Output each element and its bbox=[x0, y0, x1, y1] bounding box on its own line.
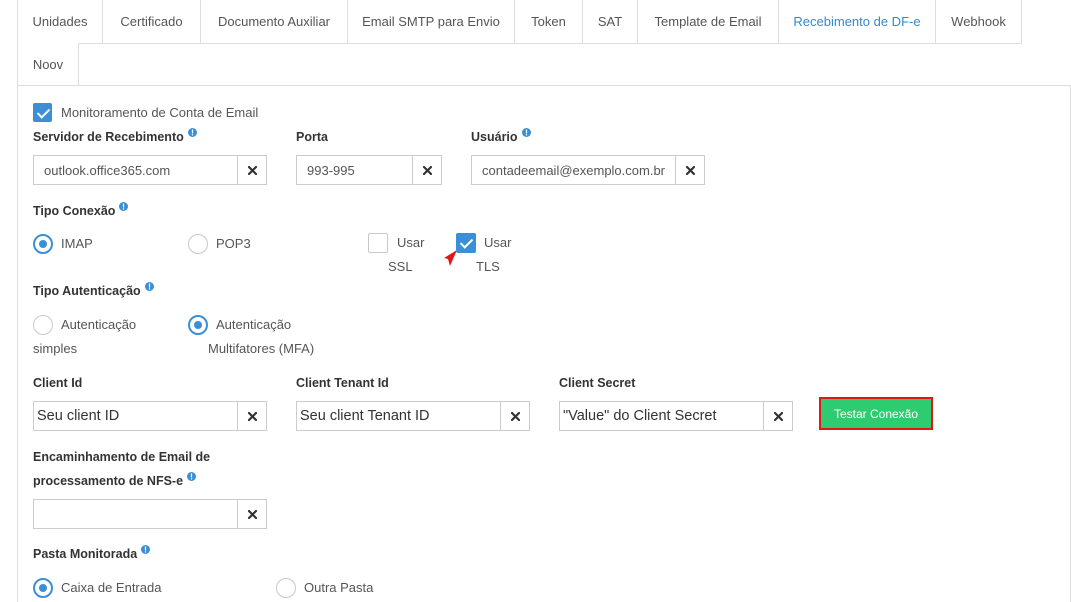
auth-mfa-label: Autenticação Multifatores (MFA) bbox=[208, 317, 315, 356]
client-secret-label: Client Secret bbox=[559, 376, 636, 390]
clear-icon bbox=[247, 165, 257, 175]
pop3-radio[interactable] bbox=[188, 234, 208, 254]
encaminhamento-label-text: Encaminhamento de Email de processamento… bbox=[33, 450, 211, 488]
tab-email-smtp[interactable]: Email SMTP para Envio bbox=[347, 0, 514, 44]
imap-label: IMAP bbox=[61, 236, 93, 251]
porta-input[interactable] bbox=[296, 155, 413, 185]
tipo-autenticacao-label-text: Tipo Autenticação bbox=[33, 284, 141, 298]
tab-template-email[interactable]: Template de Email bbox=[637, 0, 778, 44]
clear-icon bbox=[773, 411, 783, 421]
usuario-label: Usuário bbox=[471, 128, 531, 145]
ssl-checkbox[interactable] bbox=[368, 233, 388, 253]
client-tenant-id-clear-button[interactable] bbox=[500, 401, 530, 431]
caixa-entrada-radio[interactable] bbox=[33, 578, 53, 598]
clear-icon bbox=[422, 165, 432, 175]
info-icon bbox=[521, 128, 531, 138]
auth-simples-radio[interactable] bbox=[33, 315, 53, 335]
clear-icon bbox=[685, 165, 695, 175]
encaminhamento-label: Encaminhamento de Email de processamento… bbox=[33, 445, 228, 493]
tab-webhook[interactable]: Webhook bbox=[935, 0, 1022, 44]
tab-sat[interactable]: SAT bbox=[582, 0, 637, 44]
info-icon bbox=[119, 202, 129, 212]
pasta-monitorada-label-text: Pasta Monitorada bbox=[33, 547, 138, 561]
client-secret-input[interactable] bbox=[559, 401, 764, 431]
usuario-label-text: Usuário bbox=[471, 130, 518, 144]
info-icon bbox=[144, 282, 154, 292]
porta-clear-button[interactable] bbox=[412, 155, 442, 185]
tipo-conexao-label: Tipo Conexão bbox=[33, 202, 129, 219]
auth-simples-label: Autenticação simples bbox=[33, 317, 137, 356]
clear-icon bbox=[247, 509, 257, 519]
tab-noov[interactable]: Noov bbox=[17, 43, 79, 86]
tls-label: Usar TLS bbox=[476, 235, 512, 274]
client-id-input[interactable] bbox=[33, 401, 238, 431]
client-tenant-id-input[interactable] bbox=[296, 401, 501, 431]
porta-label: Porta bbox=[296, 130, 328, 144]
imap-radio[interactable] bbox=[33, 234, 53, 254]
servidor-label-text: Servidor de Recebimento bbox=[33, 130, 184, 144]
tab-recebimento-dfe[interactable]: Recebimento de DF-e bbox=[778, 0, 935, 44]
tab-documento-auxiliar[interactable]: Documento Auxiliar bbox=[200, 0, 347, 44]
servidor-input[interactable] bbox=[33, 155, 238, 185]
clear-icon bbox=[247, 411, 257, 421]
tipo-autenticacao-label: Tipo Autenticação bbox=[33, 282, 154, 299]
encaminhamento-clear-button[interactable] bbox=[237, 499, 267, 529]
client-id-label: Client Id bbox=[33, 376, 83, 390]
tipo-conexao-label-text: Tipo Conexão bbox=[33, 204, 116, 218]
info-icon bbox=[187, 472, 197, 482]
info-icon bbox=[187, 128, 197, 138]
usuario-clear-button[interactable] bbox=[675, 155, 705, 185]
servidor-clear-button[interactable] bbox=[237, 155, 267, 185]
monitoramento-checkbox[interactable] bbox=[33, 103, 52, 122]
pasta-monitorada-label: Pasta Monitorada bbox=[33, 545, 151, 562]
tab-token[interactable]: Token bbox=[514, 0, 582, 44]
tab-unidades[interactable]: Unidades bbox=[17, 0, 102, 44]
annotation-highlight-box: Testar Conexão bbox=[819, 397, 933, 430]
info-icon bbox=[141, 545, 151, 555]
outra-pasta-radio[interactable] bbox=[276, 578, 296, 598]
client-id-clear-button[interactable] bbox=[237, 401, 267, 431]
ssl-label: Usar SSL bbox=[388, 235, 425, 274]
monitoramento-label: Monitoramento de Conta de Email bbox=[61, 105, 259, 120]
caixa-entrada-label: Caixa de Entrada bbox=[61, 580, 162, 595]
client-tenant-id-label: Client Tenant Id bbox=[296, 376, 389, 390]
clear-icon bbox=[510, 411, 520, 421]
encaminhamento-input[interactable] bbox=[33, 499, 238, 529]
outra-pasta-label: Outra Pasta bbox=[304, 580, 374, 595]
testar-conexao-button[interactable]: Testar Conexão bbox=[821, 399, 931, 428]
auth-mfa-radio[interactable] bbox=[188, 315, 208, 335]
tls-checkbox[interactable] bbox=[456, 233, 476, 253]
pop3-label: POP3 bbox=[216, 236, 251, 251]
servidor-label: Servidor de Recebimento bbox=[33, 128, 197, 145]
tab-certificado[interactable]: Certificado bbox=[102, 0, 200, 44]
client-secret-clear-button[interactable] bbox=[763, 401, 793, 431]
usuario-input[interactable] bbox=[471, 155, 676, 185]
